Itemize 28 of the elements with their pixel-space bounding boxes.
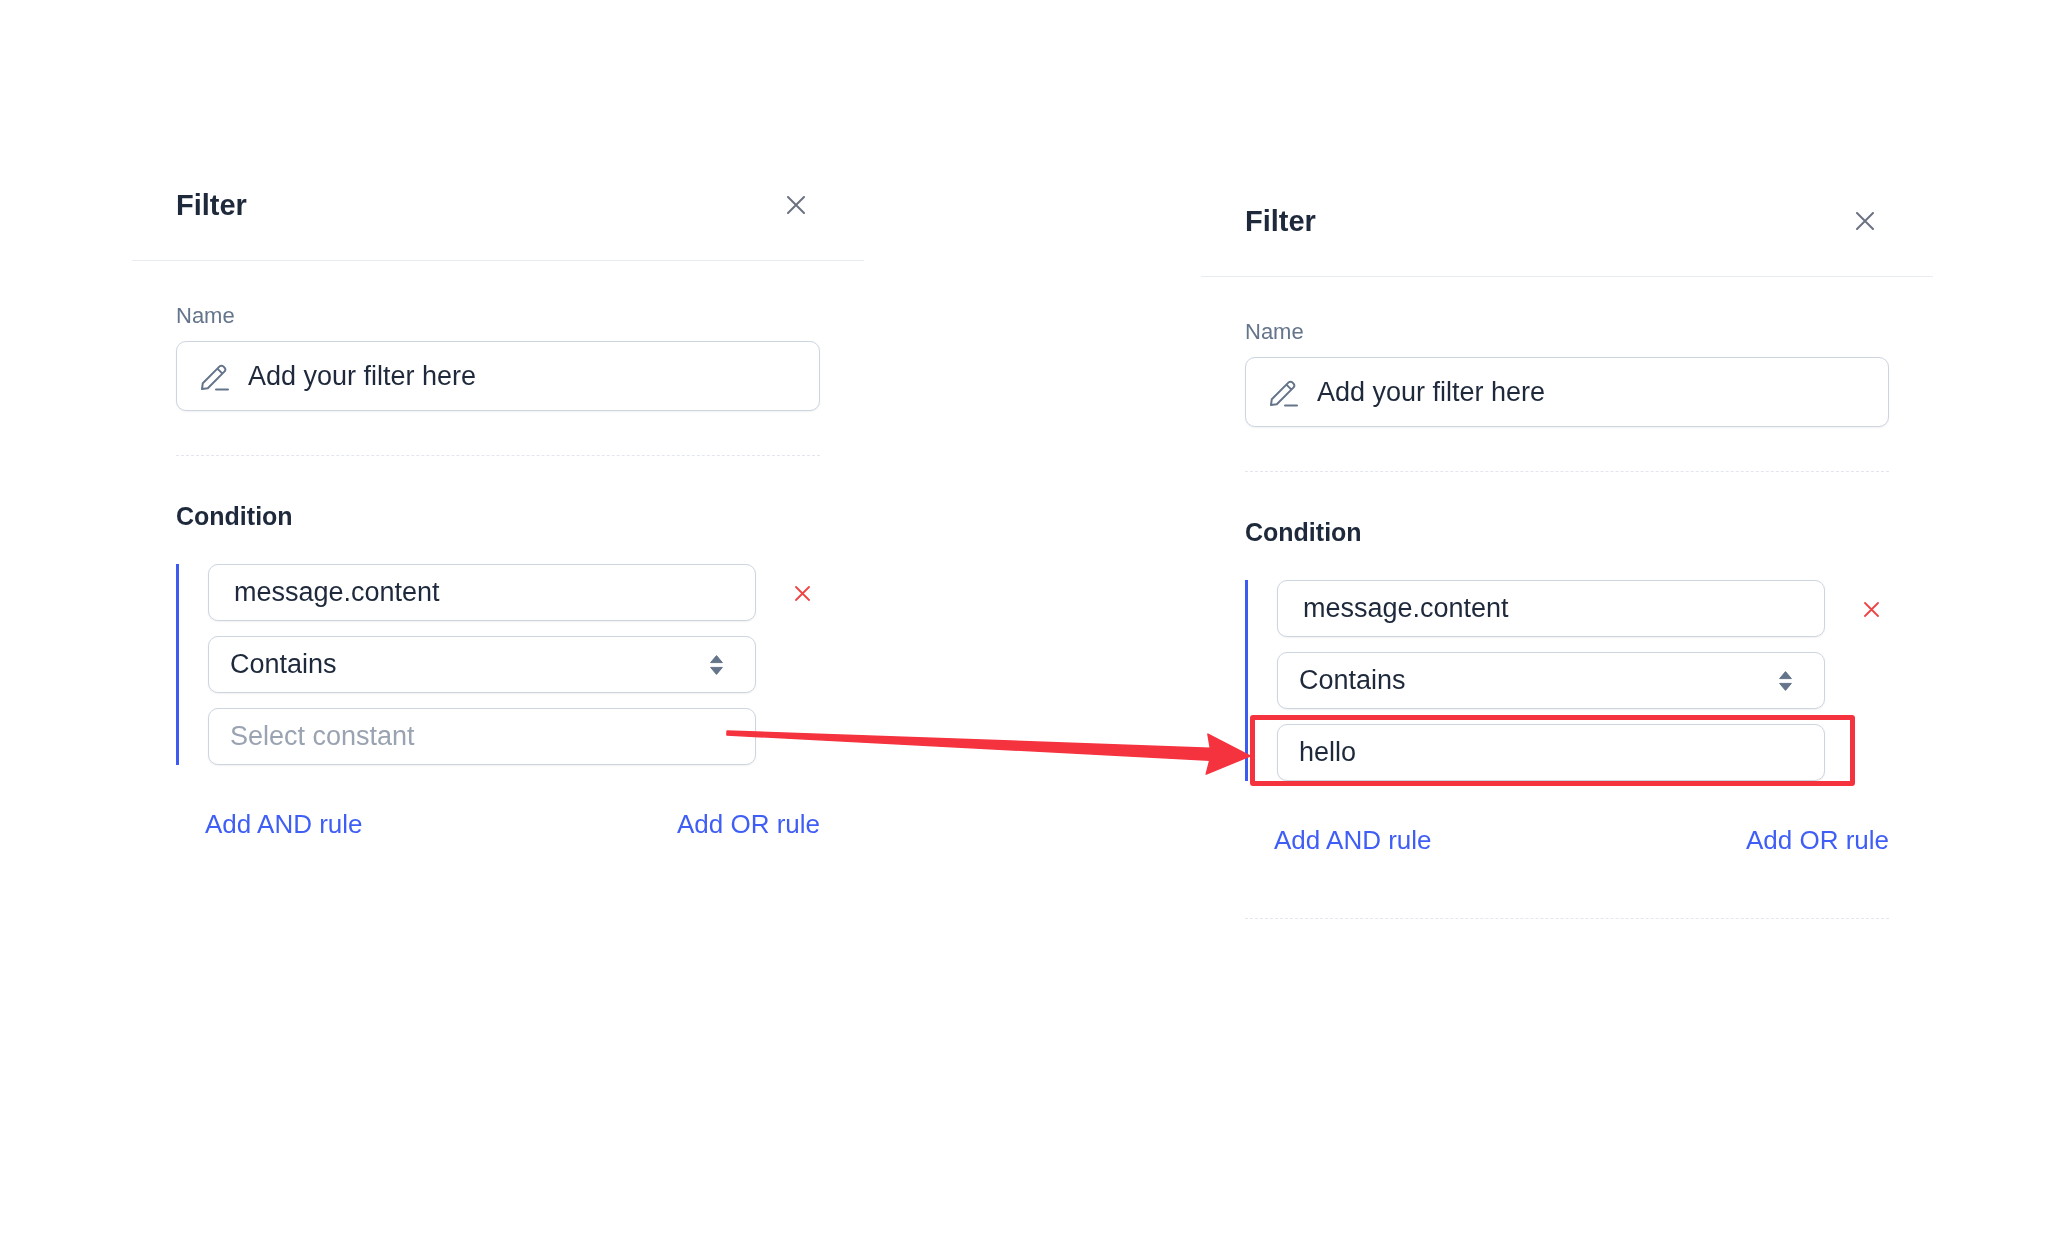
add-or-rule-link[interactable]: Add OR rule: [1745, 824, 1889, 856]
add-and-rule-link[interactable]: Add AND rule: [205, 808, 363, 840]
constant-field[interactable]: hello: [1277, 724, 1825, 781]
field-label: Name: [1245, 319, 1305, 345]
close-button[interactable]: [787, 196, 805, 214]
delete-rule-button[interactable]: [1864, 602, 1879, 617]
name-field[interactable]: Add your filter here: [176, 341, 820, 411]
property-field[interactable]: message.content: [1277, 580, 1825, 637]
panel-title: Filter: [1245, 204, 1316, 239]
close-icon: [787, 196, 805, 214]
delete-x-icon: [1864, 602, 1879, 617]
panel-title: Filter: [176, 188, 247, 223]
close-button[interactable]: [1856, 212, 1874, 230]
up-down-caret-icon: [1779, 670, 1792, 691]
delete-rule-button[interactable]: [795, 586, 810, 601]
up-down-caret-icon: [710, 654, 723, 675]
constant-field[interactable]: Select constant: [208, 708, 756, 765]
add-and-rule-link[interactable]: Add AND rule: [1274, 824, 1432, 856]
add-or-rule-link[interactable]: Add OR rule: [676, 808, 820, 840]
name-field[interactable]: Add your filter here: [1245, 357, 1889, 427]
section-heading: Condition: [176, 501, 294, 532]
field-label: Name: [176, 303, 236, 329]
section-heading: Condition: [1245, 517, 1363, 548]
property-field[interactable]: message.content: [208, 564, 756, 621]
operator-select[interactable]: Contains: [1277, 652, 1825, 709]
operator-select[interactable]: Contains: [208, 636, 756, 693]
delete-x-icon: [795, 586, 810, 601]
close-icon: [1856, 212, 1874, 230]
